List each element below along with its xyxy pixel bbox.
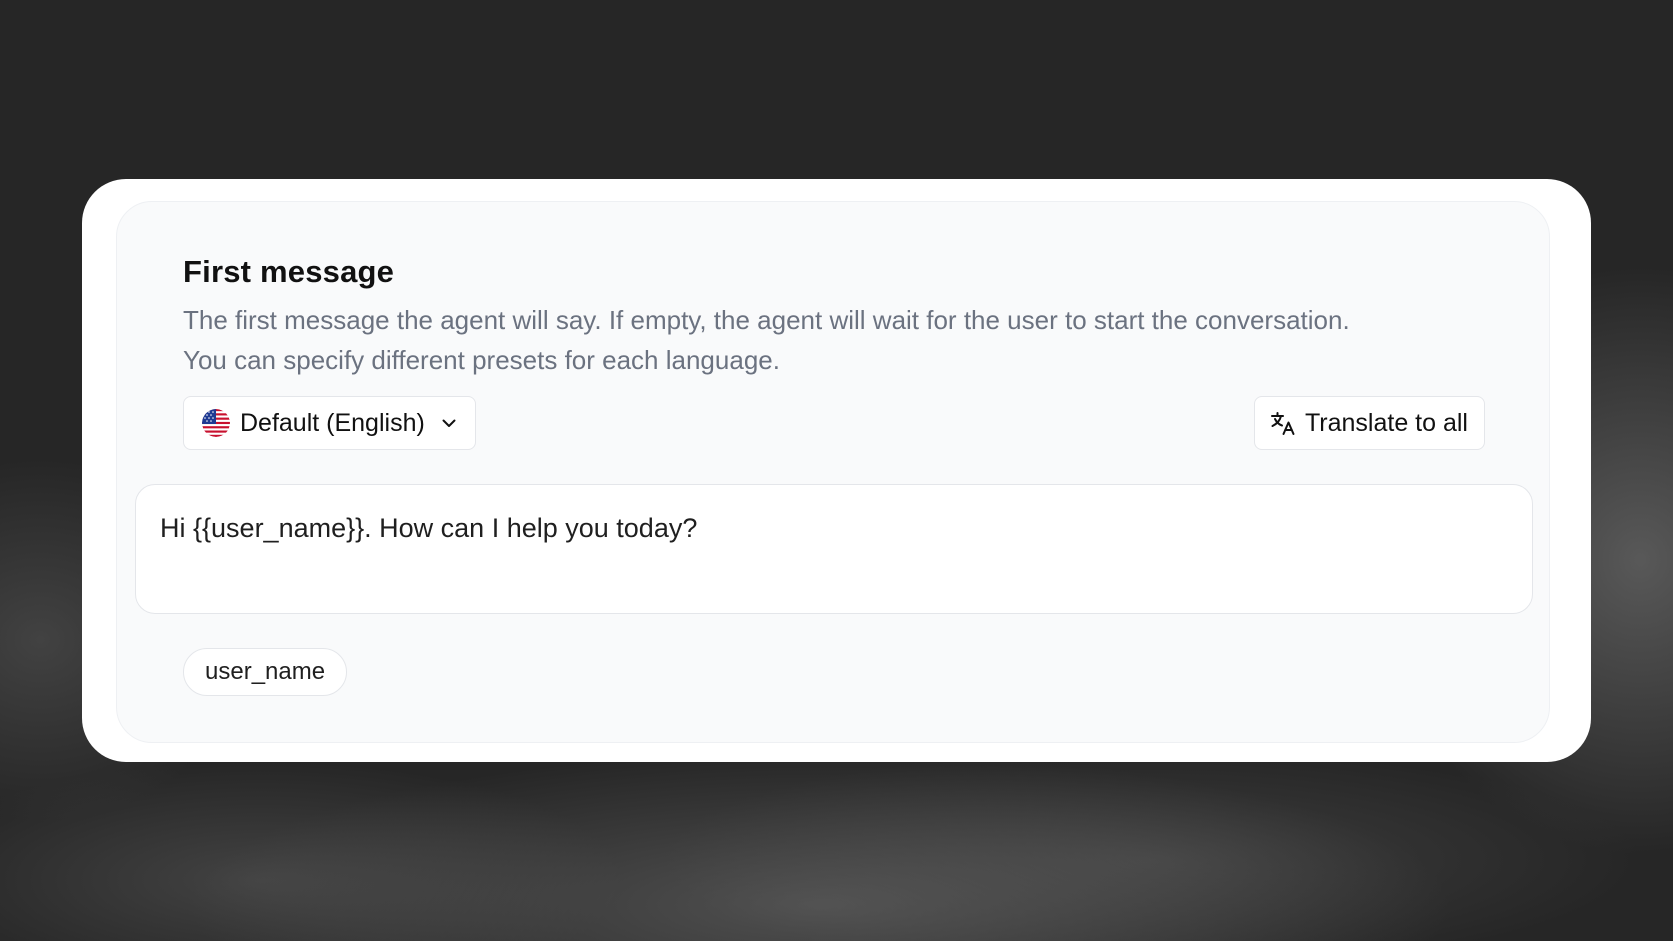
translate-button-label: Translate to all <box>1304 408 1468 437</box>
us-flag-icon <box>202 409 230 437</box>
first-message-panel: First message The first message the agen… <box>116 201 1550 743</box>
language-select[interactable]: Default (English) <box>183 396 476 450</box>
variable-chip-user-name[interactable]: user_name <box>183 648 348 696</box>
language-select-label: Default (English) <box>240 408 425 437</box>
settings-card: First message The first message the agen… <box>82 179 1591 762</box>
section-description: The first message the agent will say. If… <box>183 305 1350 375</box>
section-title: First message <box>183 254 395 289</box>
translate-to-all-button[interactable]: Translate to all <box>1253 396 1485 450</box>
first-message-input[interactable]: Hi {{user_name}}. How can I help you tod… <box>135 484 1533 614</box>
translate-icon <box>1269 409 1297 437</box>
chevron-down-icon <box>439 413 459 433</box>
